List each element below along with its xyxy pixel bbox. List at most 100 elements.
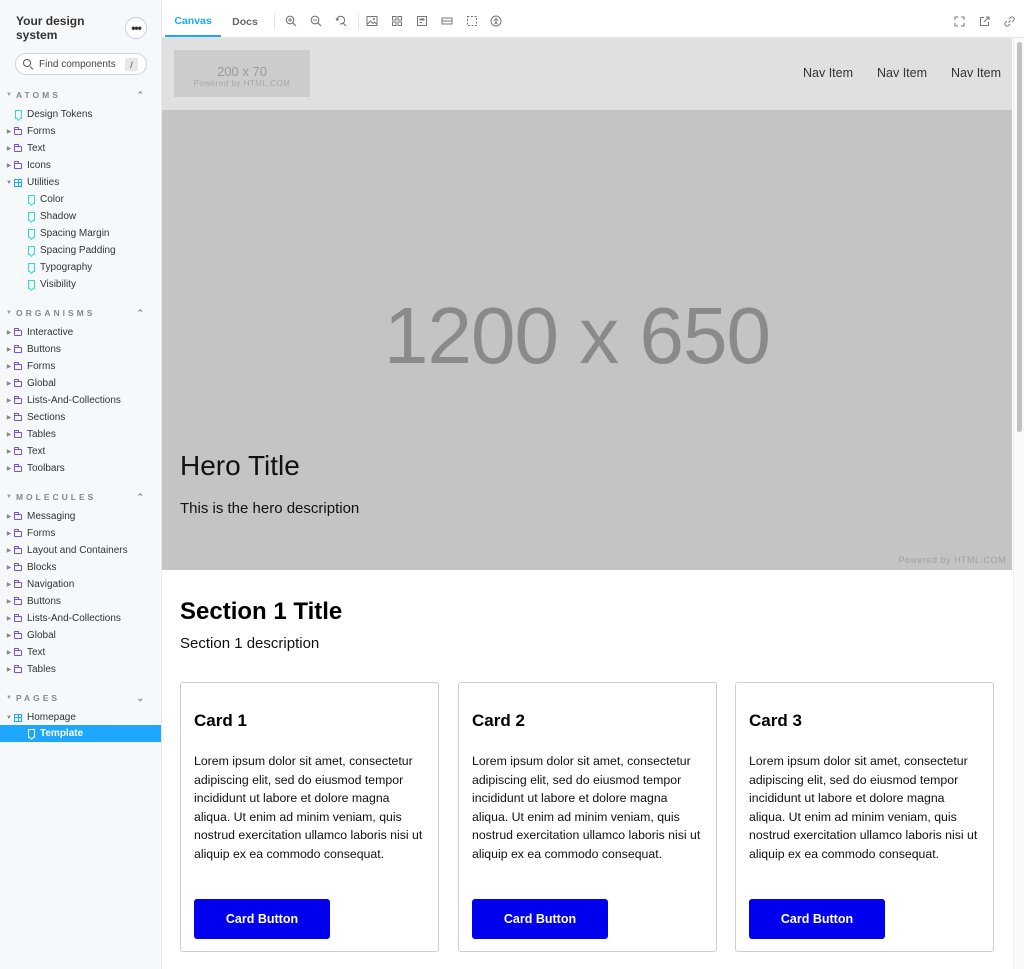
story-icon [27,729,35,738]
expand-collapse-icon[interactable]: ⌃ [136,308,144,319]
tree-item-label: Template [40,728,84,739]
tree-item-interactive[interactable]: ▶ Interactive [0,324,161,341]
tree-item-design-tokens[interactable]: Design Tokens [0,106,161,123]
search-box[interactable]: / [15,53,147,75]
tree-item-text[interactable]: ▶ Text [0,443,161,460]
copy-link-icon[interactable] [1002,14,1016,28]
folder-icon [14,344,22,353]
folder-icon [14,126,22,135]
tree-item-utilities[interactable]: ▼ Utilities [0,174,161,191]
nav-item-1[interactable]: Nav Item [803,66,853,80]
zoom-in-icon[interactable] [284,14,298,28]
tree-item-tables[interactable]: ▶ Tables [0,661,161,678]
tree-item-lists-and-collections[interactable]: ▶ Lists-And-Collections [0,392,161,409]
tree-item-icons[interactable]: ▶ Icons [0,157,161,174]
chevron-right-icon: ▶ [6,415,12,421]
folder-icon [14,395,22,404]
tab-canvas[interactable]: Canvas [165,6,221,37]
tree-item-messaging[interactable]: ▶ Messaging [0,508,161,525]
card-button[interactable]: Card Button [749,899,885,939]
chevron-right-icon: ▶ [6,432,12,438]
chevron-down-icon: ▼ [6,714,12,721]
tree-item-typography[interactable]: Typography [0,259,161,276]
tree-item-global[interactable]: ▶ Global [0,627,161,644]
tree-item-tables[interactable]: ▶ Tables [0,426,161,443]
background-icon[interactable] [365,14,379,28]
hero-description: This is the hero description [180,500,360,517]
tree-item-buttons[interactable]: ▶ Buttons [0,341,161,358]
tree-item-navigation[interactable]: ▶ Navigation [0,576,161,593]
card-body: Lorem ipsum dolor sit amet, consectetur … [749,754,978,861]
tree-item-text[interactable]: ▶ Text [0,140,161,157]
component-icon [14,713,22,722]
folder-icon [14,511,22,520]
zoom-out-icon[interactable] [309,14,323,28]
card-button[interactable]: Card Button [194,899,330,939]
tree-item-buttons[interactable]: ▶ Buttons [0,593,161,610]
tree-item-label: Blocks [27,562,57,573]
story-icon [14,110,22,119]
fullscreen-icon[interactable] [952,14,966,28]
accessibility-icon[interactable] [489,14,503,28]
section-header-organisms[interactable]: ▼ ORGANISMS ⌃ [6,306,152,320]
viewport-icon[interactable] [415,14,429,28]
tree-item-layout-and-containers[interactable]: ▶ Layout and Containers [0,542,161,559]
section-description: Section 1 description [180,635,320,652]
logo-powered-by: Powered by HTML.COM [193,78,291,88]
tree-item-visibility[interactable]: Visibility [0,276,161,293]
section-header-molecules[interactable]: ▼ MOLECULES ⌃ [6,490,152,504]
tree-item-forms[interactable]: ▶ Forms [0,123,161,140]
search-shortcut-badge: / [125,58,138,71]
tree-item-forms[interactable]: ▶ Forms [0,358,161,375]
expand-collapse-icon[interactable]: ⌃ [136,492,144,503]
tree-item-homepage[interactable]: ▼ Homepage [0,709,161,726]
tree-item-label: Buttons [27,596,61,607]
section-header-pages[interactable]: ▼ PAGES ⌄ [6,691,152,705]
tree-item-label: Text [27,647,46,658]
tree-item-toolbars[interactable]: ▶ Toolbars [0,460,161,477]
folder-icon [14,446,22,455]
chevron-right-icon: ▶ [6,398,12,404]
tree-item-label: Forms [27,528,56,539]
expand-collapse-icon[interactable]: ⌃ [136,90,144,101]
tree-item-forms[interactable]: ▶ Forms [0,525,161,542]
logo-placeholder[interactable]: 200 x 70 Powered by HTML.COM [174,50,310,97]
tree-item-label: Homepage [27,712,76,723]
tree-item-lists-and-collections[interactable]: ▶ Lists-And-Collections [0,610,161,627]
section-header-atoms[interactable]: ▼ ATOMS ⌃ [6,88,152,102]
tree-item-spacing-margin[interactable]: Spacing Margin [0,225,161,242]
tree-item-label: Spacing Margin [40,228,110,239]
search-input[interactable] [39,58,125,70]
tree-item-template[interactable]: Template [0,725,161,742]
tree-item-label: Messaging [27,511,76,522]
grid-icon[interactable] [390,14,404,28]
nav-item-3[interactable]: Nav Item [951,66,1001,80]
measure-icon[interactable] [440,14,454,28]
tree-item-spacing-padding[interactable]: Spacing Padding [0,242,161,259]
sidebar-menu-button[interactable]: ••• [125,17,147,39]
tree-item-shadow[interactable]: Shadow [0,208,161,225]
tree-item-sections[interactable]: ▶ Sections [0,409,161,426]
tree-item-text[interactable]: ▶ Text [0,644,161,661]
section-label: MOLECULES [15,492,97,502]
tree-item-global[interactable]: ▶ Global [0,375,161,392]
tree-item-color[interactable]: Color [0,191,161,208]
nav-item-2[interactable]: Nav Item [877,66,927,80]
open-new-tab-icon[interactable] [977,14,991,28]
chevron-right-icon: ▶ [6,381,12,387]
card-title: Card 3 [749,711,802,730]
collapse-all-icon[interactable]: ⌄ [136,693,144,704]
tab-docs[interactable]: Docs [224,6,266,37]
folder-icon [14,613,22,622]
card: Card 1 Lorem ipsum dolor sit amet, conse… [180,682,439,952]
zoom-reset-icon[interactable] [334,14,348,28]
folder-icon [14,579,22,588]
card-button[interactable]: Card Button [472,899,608,939]
brand-title[interactable]: Your design system [16,14,108,42]
canvas-scrollbar[interactable] [1013,38,1024,969]
sidebar: Your design system ••• / ▼ ATOMS ⌃ Desig… [0,0,162,969]
tree-item-label: Forms [27,361,56,372]
scrollbar-thumb[interactable] [1017,42,1022,432]
outline-icon[interactable] [465,14,479,28]
tree-item-blocks[interactable]: ▶ Blocks [0,559,161,576]
